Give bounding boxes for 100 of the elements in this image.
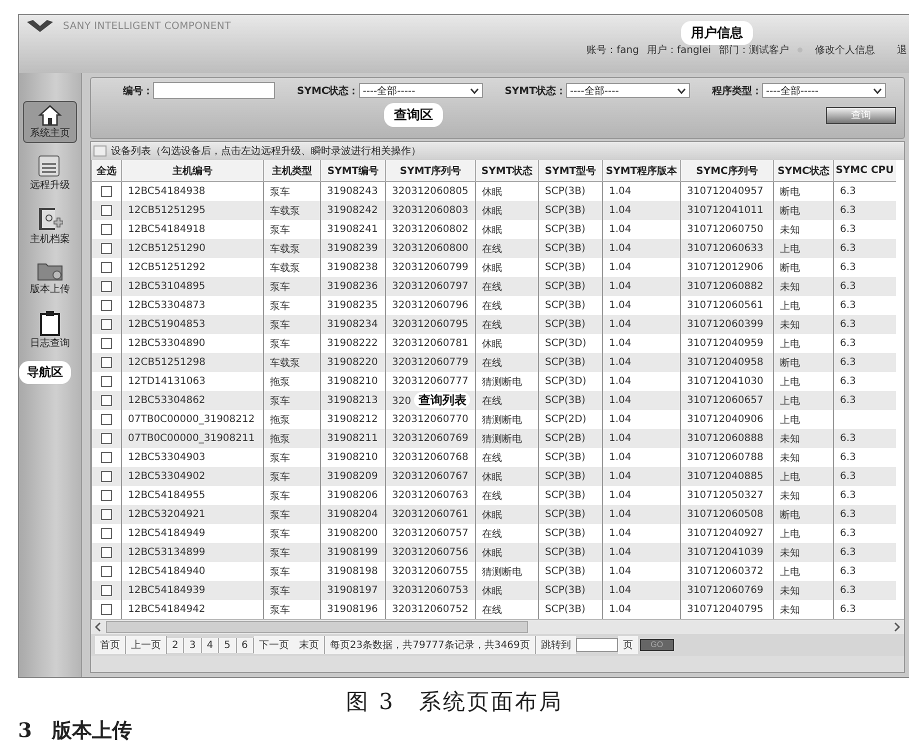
table-cell: SCP(3B) (538, 391, 602, 410)
table-cell: 12CB51251290 (122, 239, 264, 258)
table-cell: 在线 (476, 353, 538, 372)
caret-icon (872, 88, 882, 94)
table-cell: 车载泵 (264, 201, 320, 220)
user-info-text: 部门：测试客户 (719, 44, 789, 57)
table-cell: 31908242 (320, 201, 386, 220)
table-cell: 320312060767 (386, 467, 476, 486)
checkbox[interactable] (101, 318, 112, 330)
dropdown[interactable]: ----全部---- (566, 83, 690, 98)
table-cell: 泵车 (264, 277, 320, 296)
checkbox[interactable] (101, 584, 112, 596)
checkbox[interactable] (101, 280, 112, 292)
clipboard-icon (39, 310, 61, 336)
checkbox[interactable] (101, 204, 112, 216)
annotation-label: 查询区 (384, 103, 443, 127)
table-cell: SCP(2B) (538, 429, 602, 448)
page-link[interactable]: 上一页 (126, 636, 167, 654)
page-link[interactable]: 首页 (95, 636, 126, 654)
checkbox[interactable] (101, 546, 112, 558)
page-link[interactable]: 下一页 (254, 636, 294, 654)
column-header: SYMT型号 (538, 160, 602, 182)
checkbox[interactable] (101, 262, 112, 273)
table-cell: 320312060795 (386, 315, 476, 334)
table-cell: 12BC53134899 (122, 543, 264, 562)
page-link[interactable]: 末页 (294, 636, 325, 654)
field-label: 程序类型： (712, 84, 762, 98)
table-cell: 12BC53304902 (122, 467, 264, 486)
checkbox[interactable] (101, 338, 112, 349)
table-cell: 310712060769 (680, 581, 774, 600)
table-cell: 320312060779 (386, 353, 476, 372)
brand-name: SANY INTELLIGENT COMPONENT (63, 20, 231, 32)
checkbox[interactable] (101, 242, 112, 254)
column-header: SYMT编号 (320, 160, 386, 182)
header-link[interactable]: 修改个人信息 (815, 43, 875, 57)
table-cell: 1.04 (602, 277, 680, 296)
header-link[interactable]: 退 (897, 43, 907, 57)
table-cell: 320312060753 (386, 581, 476, 600)
table-cell: 310712060399 (680, 315, 774, 334)
checkbox[interactable] (101, 604, 112, 615)
select-all-header[interactable]: 全选 (92, 160, 122, 182)
checkbox[interactable] (101, 432, 112, 444)
table-cell: 320312060803 (386, 201, 476, 220)
table-cell: 31908220 (320, 353, 386, 372)
page-link[interactable]: 3 (184, 638, 202, 652)
dropdown[interactable]: ----全部----- (358, 83, 483, 98)
table-cell: 上电 (774, 239, 834, 258)
page-summary: 每页23条数据，共79777条记录，共3469页 (324, 636, 536, 654)
table-cell: 6.3 (834, 505, 896, 524)
page-link[interactable]: 5 (219, 638, 236, 652)
nav-item[interactable]: 版本上传 (23, 257, 77, 299)
table-cell: 12BC53104895 (122, 277, 264, 296)
table-cell: 在线 (476, 239, 538, 258)
user-info-text: 账号：fang (586, 44, 639, 57)
table-cell: 车载泵 (264, 353, 320, 372)
checkbox[interactable] (101, 490, 112, 501)
table-cell: 320312060761 (386, 505, 476, 524)
table-cell: 1.04 (602, 353, 680, 372)
column-header: 主机类型 (264, 160, 320, 182)
dropdown[interactable]: ----全部----- (762, 83, 886, 98)
table-cell: 1.04 (602, 581, 680, 600)
checkbox[interactable] (101, 394, 112, 406)
nav-item[interactable]: 主机档案 (23, 203, 77, 249)
table-cell: 310712060508 (680, 505, 774, 524)
table-cell: SCP(3B) (538, 543, 602, 562)
checkbox[interactable] (101, 508, 112, 520)
table-cell: 未知 (774, 429, 834, 448)
table-cell: 未知 (774, 581, 834, 600)
page-link[interactable]: 6 (236, 638, 254, 652)
checkbox[interactable] (101, 470, 112, 482)
page-link[interactable]: 4 (202, 638, 220, 652)
table-cell: 31908236 (320, 277, 386, 296)
nav-item[interactable]: 日志查询 (23, 307, 77, 353)
table-cell: 泵车 (264, 391, 320, 410)
table-cell: 310712041039 (680, 543, 774, 562)
table-cell: 在线 (476, 315, 538, 334)
checkbox[interactable] (101, 186, 112, 197)
checkbox[interactable] (101, 414, 112, 425)
nav-item[interactable]: 远程升级 (23, 151, 77, 195)
table-cell: 泵车 (264, 505, 320, 524)
table-cell: 断电 (774, 353, 834, 372)
checkbox[interactable] (101, 356, 112, 368)
checkbox[interactable] (101, 300, 112, 311)
checkbox[interactable] (101, 566, 112, 577)
horizontal-scrollbar[interactable] (91, 619, 904, 634)
table-cell: 1.04 (602, 201, 680, 220)
checkbox[interactable] (101, 452, 112, 463)
checkbox[interactable] (101, 376, 112, 387)
table-cell: SCP(3B) (538, 353, 602, 372)
checkbox[interactable] (101, 528, 112, 539)
table-cell: 在线 (476, 277, 538, 296)
page-link[interactable]: 2 (167, 638, 184, 652)
input-field[interactable] (576, 638, 618, 652)
table-cell: 猜测断电 (476, 429, 538, 448)
nav-item[interactable]: 系统主页 (23, 101, 77, 143)
table-title: 设备列表（勾选设备后，点击左边远程升级、瞬时录波进行相关操作） (111, 144, 421, 158)
input-field[interactable] (153, 82, 275, 99)
checkbox[interactable] (101, 224, 112, 235)
section-heading: 3 版本上传 (18, 718, 133, 742)
table-cell: 休眠 (476, 467, 538, 486)
